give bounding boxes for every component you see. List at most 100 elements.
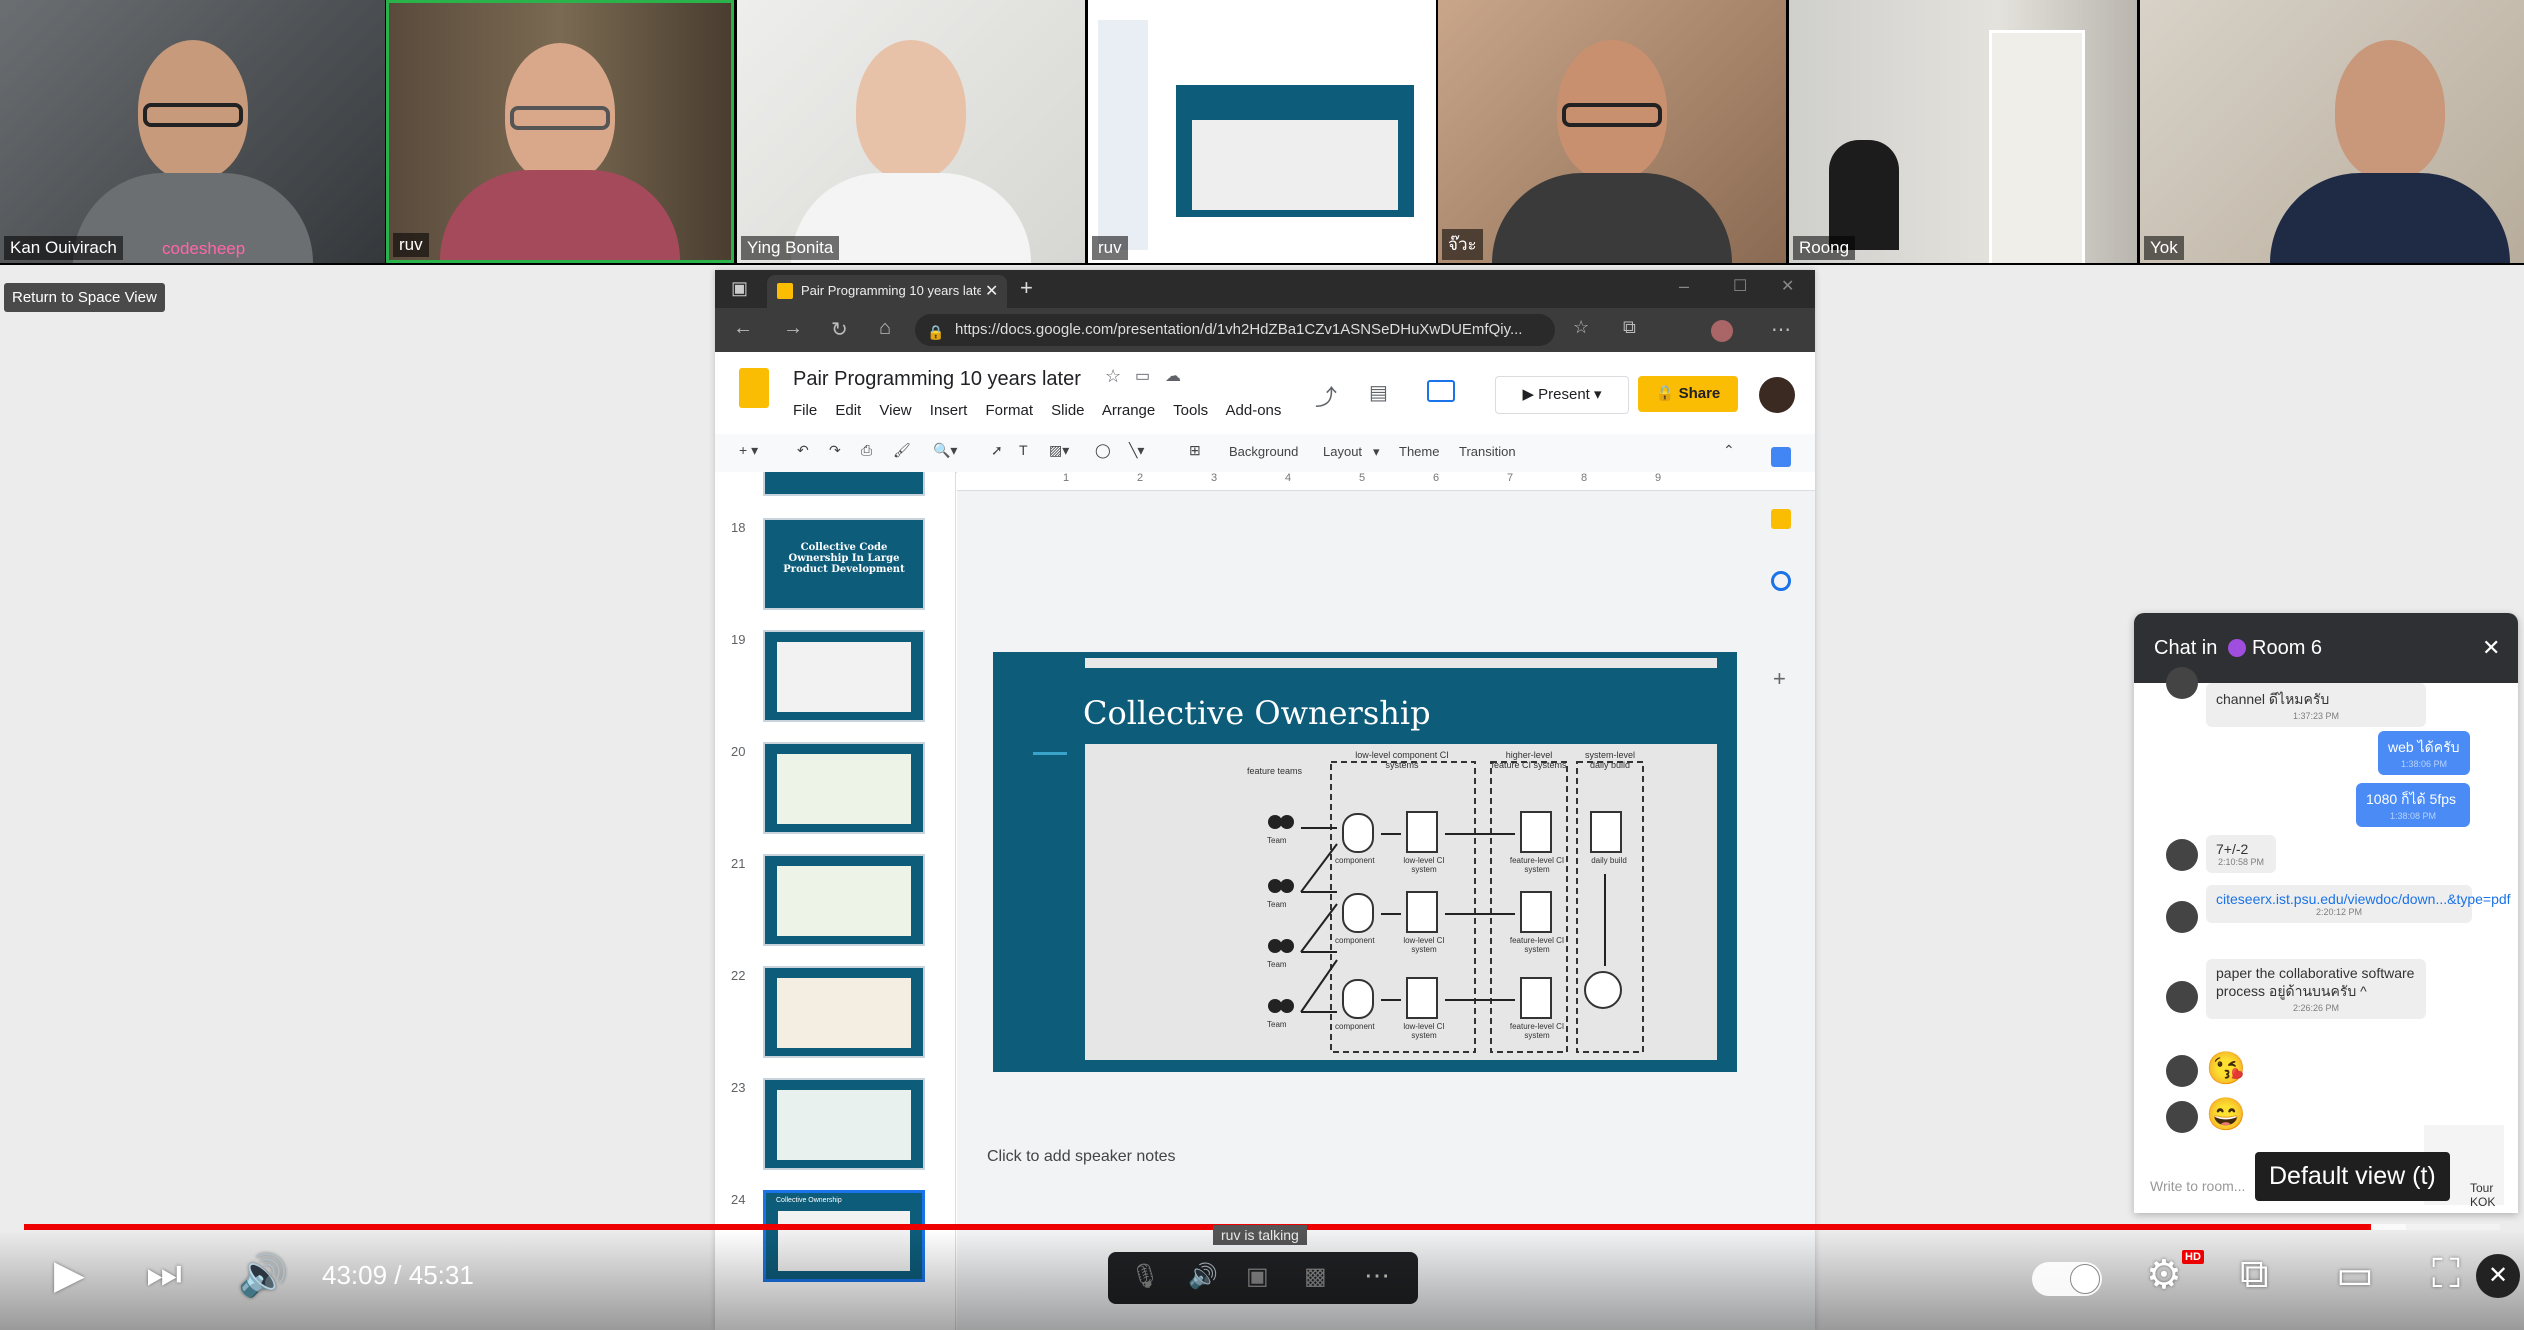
next-icon[interactable]: ⏭ bbox=[146, 1252, 182, 1297]
account-avatar[interactable] bbox=[1759, 377, 1795, 413]
present-label: Present bbox=[1538, 386, 1590, 403]
move-folder-icon[interactable]: ▭ bbox=[1135, 366, 1150, 386]
slide-thumb-21[interactable] bbox=[763, 854, 925, 946]
keep-side-icon[interactable] bbox=[1771, 509, 1791, 529]
window-close-icon[interactable]: ✕ bbox=[1781, 276, 1794, 296]
collapse-toolbar-icon[interactable]: ⌃ bbox=[1723, 442, 1735, 459]
new-slide-icon[interactable]: + ▾ bbox=[739, 442, 758, 459]
chat-message-text: paper the collaborative software process… bbox=[2216, 965, 2415, 999]
menu-tools[interactable]: Tools bbox=[1173, 402, 1208, 419]
current-slide[interactable]: Collective Ownership feature teams low-l… bbox=[993, 652, 1737, 1072]
chat-message-text[interactable]: citeseerx.ist.psu.edu/viewdoc/down...&ty… bbox=[2216, 891, 2511, 907]
ruler-tick: 4 bbox=[1285, 472, 1292, 484]
slide-thumb-18[interactable]: Collective Code Ownership In Large Produ… bbox=[763, 518, 925, 610]
back-icon[interactable]: ← bbox=[733, 317, 753, 340]
participant-tile-ying[interactable]: Ying Bonita bbox=[737, 0, 1085, 263]
autoplay-toggle[interactable] bbox=[2032, 1262, 2102, 1296]
slides-logo-icon[interactable] bbox=[739, 368, 769, 408]
slide-canvas-area: 1 2 3 4 5 6 7 8 9 Collective Ownership f… bbox=[957, 472, 1815, 1330]
undo-icon[interactable]: ↶ bbox=[797, 442, 809, 459]
transition-button[interactable]: Transition bbox=[1459, 444, 1516, 459]
profile-avatar[interactable] bbox=[1711, 320, 1733, 342]
favorite-star-icon[interactable]: ☆ bbox=[1573, 317, 1589, 338]
participant-name: จ๊วะ bbox=[1442, 229, 1483, 260]
theater-mode-icon[interactable]: ▭ bbox=[2336, 1252, 2374, 1298]
url-field[interactable]: https://docs.google.com/presentation/d/1… bbox=[915, 314, 1555, 346]
maximize-icon[interactable]: ☐ bbox=[1733, 276, 1747, 296]
chat-input[interactable]: Write to room... bbox=[2150, 1178, 2245, 1194]
forward-icon[interactable]: → bbox=[783, 317, 803, 340]
close-tab-icon[interactable]: ✕ bbox=[985, 281, 998, 301]
menu-edit[interactable]: Edit bbox=[835, 402, 861, 419]
fullscreen-icon[interactable]: ⛶ bbox=[2432, 1252, 2460, 1297]
theme-button[interactable]: Theme bbox=[1399, 444, 1439, 459]
miniplayer-icon[interactable]: ⧉ bbox=[2240, 1252, 2269, 1297]
zoom-icon[interactable]: 🔍▾ bbox=[933, 442, 957, 459]
close-chat-icon[interactable]: ✕ bbox=[2482, 635, 2500, 661]
document-title[interactable]: Pair Programming 10 years later bbox=[793, 368, 1081, 391]
menu-addons[interactable]: Add-ons bbox=[1226, 402, 1282, 419]
close-overlay-icon[interactable]: ✕ bbox=[2476, 1254, 2520, 1298]
participant-tile-kan[interactable]: Kan Ouivirach codesheep bbox=[0, 0, 385, 263]
more-menu-icon[interactable]: ⋯ bbox=[1771, 317, 1791, 342]
play-icon[interactable]: ▶ bbox=[54, 1252, 85, 1298]
participant-name: Roong bbox=[1793, 236, 1856, 260]
menu-file[interactable]: File bbox=[793, 402, 817, 419]
text-box-icon[interactable]: T bbox=[1019, 442, 1028, 458]
tab-list-icon[interactable]: ▣ bbox=[731, 278, 748, 299]
star-icon[interactable]: ☆ bbox=[1105, 366, 1121, 387]
slide-thumb-23[interactable] bbox=[763, 1078, 925, 1170]
chat-panel: Chat in Room 6 ✕ channel ดีไหมครับ 1:37:2… bbox=[2134, 613, 2518, 1213]
background-button[interactable]: Background bbox=[1229, 444, 1298, 459]
slide-thumb-20[interactable] bbox=[763, 742, 925, 834]
settings-gear-icon[interactable]: ⚙ bbox=[2146, 1252, 2182, 1298]
speaker-notes[interactable]: Click to add speaker notes bbox=[987, 1148, 1176, 1166]
volume-icon[interactable]: 🔊 bbox=[238, 1252, 288, 1299]
layout-button[interactable]: Layout bbox=[1323, 444, 1362, 459]
minimize-icon[interactable]: – bbox=[1679, 276, 1689, 297]
shape-icon[interactable]: ◯ bbox=[1095, 442, 1111, 459]
get-addons-icon[interactable]: + bbox=[1773, 666, 1786, 692]
menu-slide[interactable]: Slide bbox=[1051, 402, 1084, 419]
present-button[interactable]: ▶ Present ▾ bbox=[1495, 376, 1629, 414]
menu-insert[interactable]: Insert bbox=[930, 402, 968, 419]
browser-tab[interactable]: Pair Programming 10 years later ✕ bbox=[767, 275, 1007, 308]
participant-tile-jua[interactable]: จ๊วะ bbox=[1438, 0, 1786, 263]
chat-message-link[interactable]: citeseerx.ist.psu.edu/viewdoc/down...&ty… bbox=[2206, 885, 2511, 923]
slide-thumb-17[interactable] bbox=[763, 472, 925, 496]
participant-tile-ruv-screen[interactable]: ruv bbox=[1088, 0, 1436, 263]
line-icon[interactable]: ╲▾ bbox=[1129, 442, 1144, 459]
menu-view[interactable]: View bbox=[879, 402, 911, 419]
new-tab-icon[interactable]: + bbox=[1020, 275, 1033, 301]
collections-icon[interactable]: ⧉ bbox=[1623, 317, 1636, 338]
calendar-side-icon[interactable] bbox=[1771, 447, 1791, 467]
participant-tile-roong[interactable]: Roong bbox=[1789, 0, 2137, 263]
activity-trend-icon[interactable]: ⤴ bbox=[1315, 380, 1337, 412]
chat-message-text: 7+/-2 bbox=[2216, 841, 2249, 857]
cloud-status-icon: ☁ bbox=[1165, 368, 1181, 385]
select-icon[interactable]: ➚ bbox=[991, 442, 1003, 459]
layout-dropdown-icon[interactable]: ▾ bbox=[1373, 444, 1380, 460]
participant-tile-yok[interactable]: Yok bbox=[2140, 0, 2524, 263]
reload-icon[interactable]: ↻ bbox=[831, 317, 848, 342]
image-icon[interactable]: ▨▾ bbox=[1049, 442, 1069, 459]
meet-present-icon[interactable] bbox=[1427, 380, 1455, 402]
chat-message-time: 2:10:58 PM bbox=[2217, 857, 2265, 867]
slide-thumb-22[interactable] bbox=[763, 966, 925, 1058]
slide-thumb-19[interactable] bbox=[763, 630, 925, 722]
share-button[interactable]: 🔒 Share bbox=[1638, 376, 1738, 412]
print-icon[interactable]: ⎙ bbox=[861, 442, 872, 459]
menu-format[interactable]: Format bbox=[985, 402, 1033, 419]
home-icon[interactable]: ⌂ bbox=[879, 317, 891, 340]
redo-icon[interactable]: ↷ bbox=[829, 442, 841, 459]
menu-arrange[interactable]: Arrange bbox=[1102, 402, 1155, 419]
diagram-label-low-ci: low-level CI system bbox=[1403, 936, 1445, 954]
slide-number: 23 bbox=[731, 1080, 746, 1095]
participant-tile-ruv-active[interactable]: ruv bbox=[386, 0, 734, 263]
tasks-side-icon[interactable] bbox=[1771, 571, 1791, 591]
comment-add-icon[interactable]: ⊞ bbox=[1189, 442, 1201, 459]
slide-number: 19 bbox=[731, 632, 746, 647]
paint-format-icon[interactable]: 🖌 bbox=[893, 442, 911, 459]
return-to-space-view-button[interactable]: Return to Space View bbox=[4, 283, 165, 312]
comments-icon[interactable]: ▤ bbox=[1369, 380, 1388, 405]
